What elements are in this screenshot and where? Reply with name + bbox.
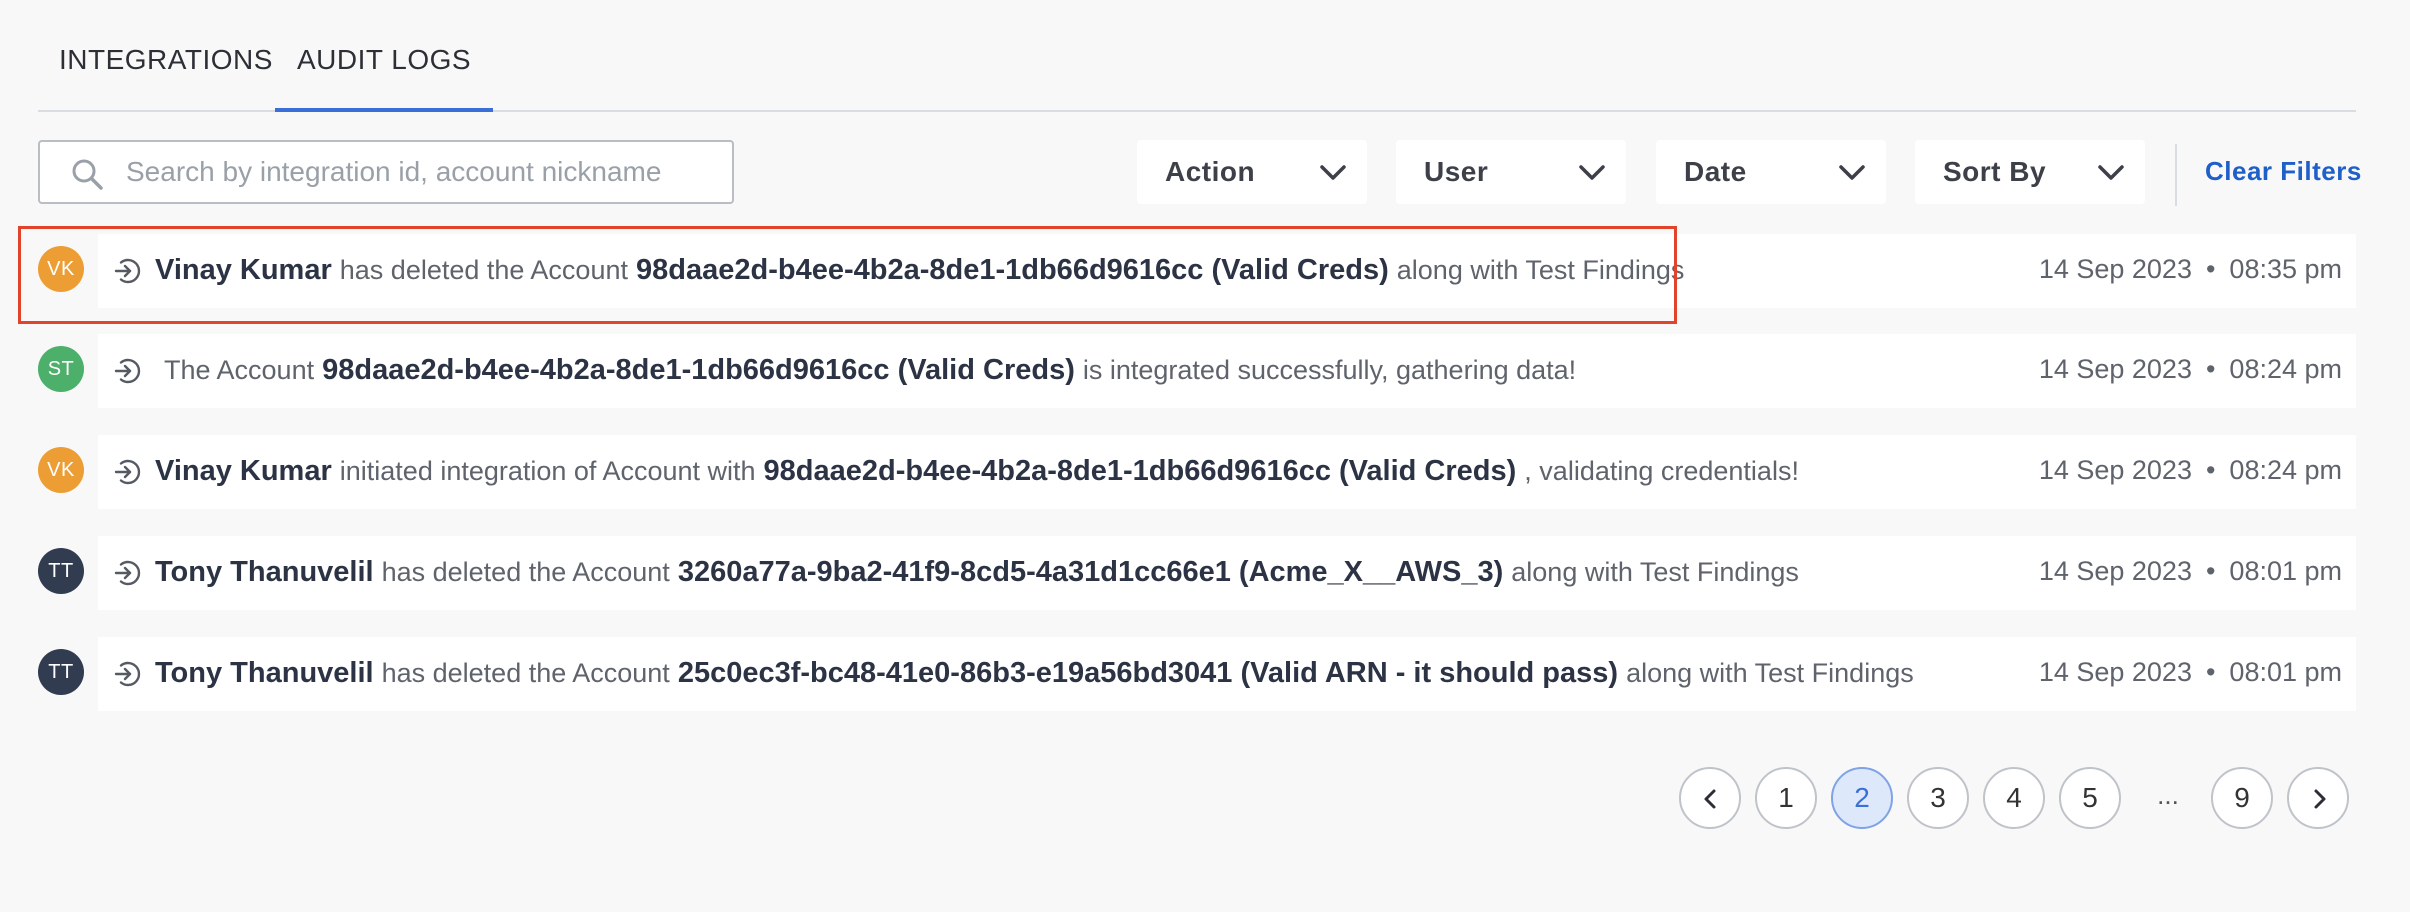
search-box (38, 140, 734, 204)
log-row: VK Vinay Kumar initiated integration of A… (0, 435, 2410, 509)
log-action-text: has deleted the Account (339, 255, 628, 285)
clear-filters-link[interactable]: Clear Filters (2205, 156, 2362, 187)
search-icon (72, 159, 103, 190)
log-date: 14 Sep 2023 (2038, 354, 2192, 384)
chevron-down-icon (2098, 165, 2124, 180)
log-time: 08:24 pm (2229, 354, 2342, 384)
chevron-down-icon (1320, 165, 1346, 180)
log-row-body: The Account 98daae2d-b4ee-4b2a-8de1-1db66… (98, 334, 2356, 408)
tab-bar: INTEGRATIONS AUDIT LOGS (38, 0, 2356, 112)
log-timestamp: 14 Sep 2023 • 08:24 pm (2038, 455, 2342, 485)
log-message: Tony Thanuvelil has deleted the Account 25… (155, 657, 1914, 690)
filter-divider (2175, 144, 2177, 206)
tab-audit-logs[interactable]: AUDIT LOGS (275, 44, 494, 112)
arrow-in-circle-icon (114, 258, 141, 284)
log-action-text: has deleted the Account (381, 658, 670, 688)
log-timestamp: 14 Sep 2023 • 08:24 pm (2038, 354, 2342, 384)
log-time: 08:01 pm (2229, 657, 2342, 687)
log-time: 08:01 pm (2229, 556, 2342, 586)
log-suffix-text: along with Test Findings (1626, 658, 1914, 688)
avatar: VK (38, 447, 84, 493)
log-user[interactable]: Vinay Kumar (155, 254, 332, 286)
pagination-page-last[interactable]: 9 (2211, 767, 2273, 829)
filter-action-label: Action (1165, 156, 1256, 187)
search-input[interactable] (126, 142, 716, 202)
log-action-text: The Account (164, 355, 315, 385)
chevron-down-icon (1579, 165, 1605, 180)
filter-sort-label: Sort By (1943, 156, 2047, 187)
avatar: TT (38, 649, 84, 695)
chevron-down-icon (1839, 165, 1865, 180)
arrow-in-circle-icon (114, 560, 141, 586)
filter-user-label: User (1424, 156, 1489, 187)
log-action-text: initiated integration of Account with (339, 456, 756, 486)
log-account[interactable]: 98daae2d-b4ee-4b2a-8de1-1db66d9616cc (Va… (636, 254, 1389, 286)
log-account[interactable]: 25c0ec3f-bc48-41e0-86b3-e19a56bd3041 (Va… (678, 657, 1618, 689)
filter-action-dropdown[interactable]: Action (1137, 140, 1367, 204)
arrow-in-circle-icon (114, 459, 141, 485)
log-time: 08:24 pm (2229, 455, 2342, 485)
log-row: TT Tony Thanuvelil has deleted the Accoun… (0, 536, 2410, 610)
log-row-body: Tony Thanuvelil has deleted the Account 32… (98, 536, 2356, 610)
log-timestamp: 14 Sep 2023 • 08:35 pm (2038, 254, 2342, 284)
log-account[interactable]: 3260a77a-9ba2-41f9-8cd5-4a31d1cc66e1 (Ac… (678, 556, 1503, 588)
filter-sort-dropdown[interactable]: Sort By (1915, 140, 2145, 204)
log-suffix-text: along with Test Findings (1511, 557, 1799, 587)
pagination-page-4[interactable]: 4 (1983, 767, 2045, 829)
log-suffix-text: , validating credentials! (1524, 456, 1799, 486)
tab-integrations[interactable]: INTEGRATIONS (38, 44, 295, 110)
avatar: ST (38, 346, 84, 392)
log-user[interactable]: Vinay Kumar (155, 455, 332, 487)
log-message: Vinay Kumar has deleted the Account 98daae… (155, 254, 1684, 287)
log-timestamp: 14 Sep 2023 • 08:01 pm (2038, 556, 2342, 586)
log-user[interactable]: Tony Thanuvelil (155, 556, 374, 588)
log-date: 14 Sep 2023 (2038, 455, 2192, 485)
pagination-page-5[interactable]: 5 (2059, 767, 2121, 829)
log-row-body: Vinay Kumar has deleted the Account 98daae… (98, 234, 2356, 308)
log-date: 14 Sep 2023 (2038, 254, 2192, 284)
arrow-in-circle-icon (114, 358, 141, 384)
arrow-in-circle-icon (114, 661, 141, 687)
filter-date-dropdown[interactable]: Date (1656, 140, 1886, 204)
log-row-body: Vinay Kumar initiated integration of Acco… (98, 435, 2356, 509)
log-date: 14 Sep 2023 (2038, 657, 2192, 687)
pagination-page-1[interactable]: 1 (1755, 767, 1817, 829)
log-account[interactable]: 98daae2d-b4ee-4b2a-8de1-1db66d9616cc (Va… (322, 354, 1075, 386)
avatar: VK (38, 246, 84, 292)
log-account[interactable]: 98daae2d-b4ee-4b2a-8de1-1db66d9616cc (Va… (764, 455, 1517, 487)
log-user[interactable]: Tony Thanuvelil (155, 657, 374, 689)
log-row: ST The Account 98daae2d-b4ee-4b2a-8de1-1d… (0, 334, 2410, 408)
log-message: Vinay Kumar initiated integration of Acco… (155, 455, 1799, 488)
pagination-prev-button[interactable] (1679, 767, 1741, 829)
log-message: Tony Thanuvelil has deleted the Account 32… (155, 556, 1799, 589)
log-row: TT Tony Thanuvelil has deleted the Accoun… (0, 637, 2410, 711)
chevron-right-icon (2314, 789, 2326, 809)
filter-date-label: Date (1684, 156, 1747, 187)
log-timestamp: 14 Sep 2023 • 08:01 pm (2038, 657, 2342, 687)
avatar: TT (38, 548, 84, 594)
log-row-body: Tony Thanuvelil has deleted the Account 25… (98, 637, 2356, 711)
log-suffix-text: along with Test Findings (1396, 255, 1685, 285)
log-date: 14 Sep 2023 (2038, 556, 2192, 586)
chevron-left-icon (1704, 789, 1716, 809)
pagination-next-button[interactable] (2287, 767, 2349, 829)
log-row: VK Vinay Kumar has deleted the Account 98d… (0, 234, 2410, 308)
log-action-text: has deleted the Account (381, 557, 670, 587)
pagination-ellipsis: ... (2157, 780, 2179, 810)
pagination-page-3[interactable]: 3 (1907, 767, 1969, 829)
pagination-page-2[interactable]: 2 (1831, 767, 1893, 829)
log-message: The Account 98daae2d-b4ee-4b2a-8de1-1db66… (164, 354, 1576, 387)
log-suffix-text: is integrated successfully, gathering da… (1082, 355, 1577, 385)
filter-user-dropdown[interactable]: User (1396, 140, 1626, 204)
log-time: 08:35 pm (2229, 254, 2342, 284)
